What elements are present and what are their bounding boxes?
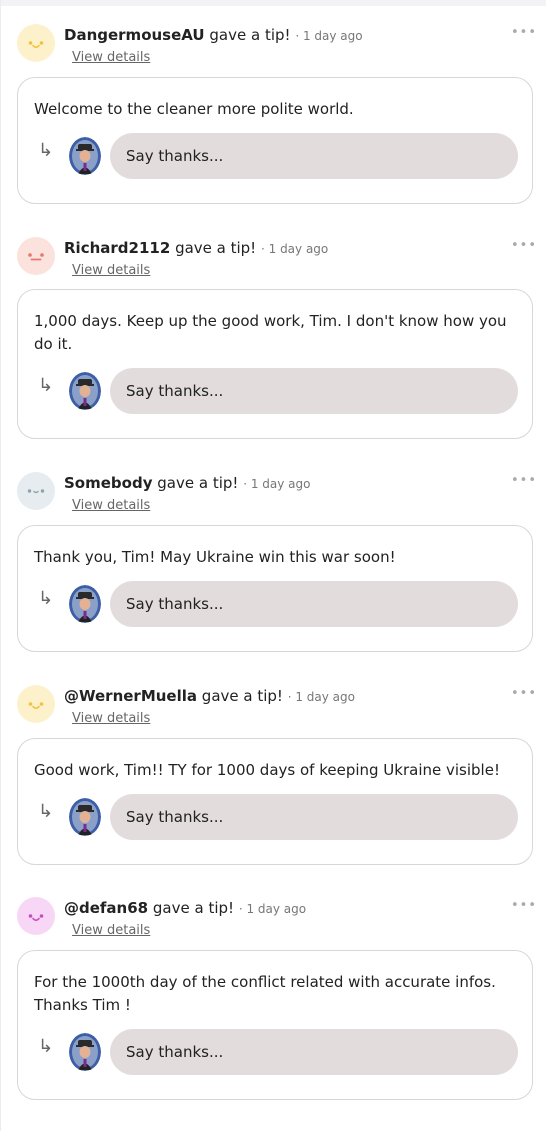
user-avatar xyxy=(69,372,101,410)
tip-time: · 1 day ago xyxy=(243,477,311,491)
more-options-icon[interactable]: ••• xyxy=(511,687,536,701)
tipper-avatar[interactable] xyxy=(17,685,55,723)
tip-headline: DangermouseAU gave a tip! · 1 day ago xyxy=(64,26,363,44)
more-options-icon[interactable]: ••• xyxy=(511,26,536,40)
tipper-avatar[interactable] xyxy=(17,24,55,62)
top-divider xyxy=(0,0,546,6)
more-options-icon[interactable]: ••• xyxy=(511,239,536,253)
tipper-name[interactable]: @defan68 xyxy=(64,899,148,917)
view-details-link[interactable]: View details xyxy=(72,50,150,65)
say-thanks-input[interactable]: Say thanks... xyxy=(110,794,518,840)
more-options-icon[interactable]: ••• xyxy=(511,474,536,488)
reply-arrow-icon: ↳ xyxy=(38,801,54,822)
tip-message: Welcome to the cleaner more polite world… xyxy=(34,100,354,118)
tip-message: Thank you, Tim! May Ukraine win this war… xyxy=(34,548,396,566)
say-thanks-input[interactable]: Say thanks... xyxy=(110,368,518,414)
tip-message-card: Good work, Tim!! TY for 1000 days of kee… xyxy=(17,738,533,865)
tipper-name[interactable]: Richard2112 xyxy=(64,239,170,257)
more-options-icon[interactable]: ••• xyxy=(511,899,536,913)
tip-time: · 1 day ago xyxy=(260,242,329,256)
tip-message: Good work, Tim!! TY for 1000 days of kee… xyxy=(34,761,500,779)
tip-message-card: Thank you, Tim! May Ukraine win this war… xyxy=(17,525,533,652)
view-details-link[interactable]: View details xyxy=(72,263,150,278)
tip-message-card: 1,000 days. Keep up the good work, Tim. … xyxy=(17,289,533,439)
view-details-link[interactable]: View details xyxy=(72,711,150,726)
say-thanks-input[interactable]: Say thanks... xyxy=(110,1029,518,1075)
tip-message: For the 1000th day of the conflict relat… xyxy=(34,973,496,1014)
view-details-link[interactable]: View details xyxy=(72,498,150,513)
reply-arrow-icon: ↳ xyxy=(38,140,54,161)
user-avatar xyxy=(69,1033,101,1071)
tipper-name[interactable]: Somebody xyxy=(64,474,152,492)
tip-message-card: Welcome to the cleaner more polite world… xyxy=(17,77,533,204)
say-thanks-input[interactable]: Say thanks... xyxy=(110,581,518,627)
tip-action: gave a tip! xyxy=(209,26,291,44)
reply-arrow-icon: ↳ xyxy=(38,1036,54,1057)
user-avatar xyxy=(69,798,101,836)
tip-time: · 1 day ago xyxy=(295,29,363,43)
tip-action: gave a tip! xyxy=(175,239,257,257)
tipper-avatar[interactable] xyxy=(17,897,55,935)
tipper-avatar[interactable] xyxy=(17,472,55,510)
tip-headline: @WernerMuella gave a tip! · 1 day ago xyxy=(64,687,355,705)
user-avatar xyxy=(69,137,101,175)
left-divider xyxy=(0,0,1,1131)
tip-headline: @defan68 gave a tip! · 1 day ago xyxy=(64,899,306,917)
say-thanks-input[interactable]: Say thanks... xyxy=(110,133,518,179)
tip-headline: Somebody gave a tip! · 1 day ago xyxy=(64,474,310,492)
tip-time: · 1 day ago xyxy=(287,690,355,704)
tip-headline: Richard2112 gave a tip! · 1 day ago xyxy=(64,239,328,257)
tip-message: 1,000 days. Keep up the good work, Tim. … xyxy=(34,312,507,353)
view-details-link[interactable]: View details xyxy=(72,923,150,938)
tip-time: · 1 day ago xyxy=(238,902,307,916)
tip-action: gave a tip! xyxy=(201,687,283,705)
reply-arrow-icon: ↳ xyxy=(38,588,54,609)
tip-action: gave a tip! xyxy=(157,474,239,492)
tip-message-card: For the 1000th day of the conflict relat… xyxy=(17,950,533,1100)
tipper-avatar[interactable] xyxy=(17,237,55,275)
user-avatar xyxy=(69,585,101,623)
reply-arrow-icon: ↳ xyxy=(38,375,54,396)
tipper-name[interactable]: DangermouseAU xyxy=(64,26,205,44)
tip-action: gave a tip! xyxy=(152,899,235,917)
tipper-name[interactable]: @WernerMuella xyxy=(64,687,197,705)
